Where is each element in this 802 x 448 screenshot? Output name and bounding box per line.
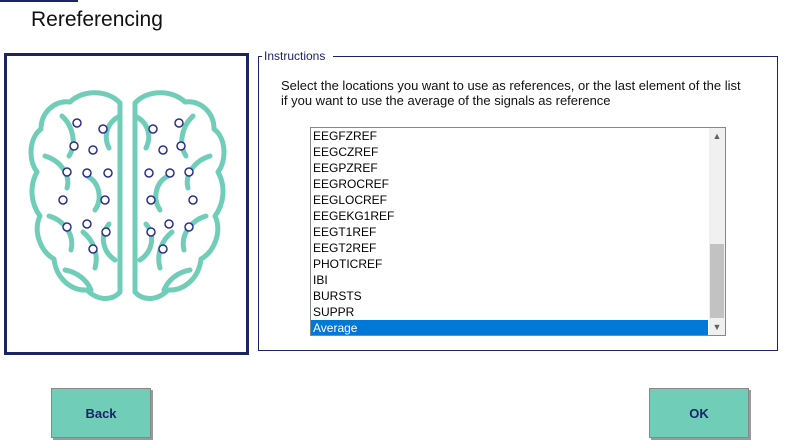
title-underline xyxy=(0,0,78,2)
list-item[interactable]: EEGEKG1REF xyxy=(311,208,708,224)
back-button[interactable]: Back xyxy=(51,388,151,438)
list-item[interactable]: SUPPR xyxy=(311,304,708,320)
ok-button[interactable]: OK xyxy=(649,388,749,438)
scroll-thumb[interactable] xyxy=(710,244,724,318)
list-item[interactable]: IBI xyxy=(311,272,708,288)
scroll-up-icon[interactable]: ▲ xyxy=(709,128,725,144)
list-item[interactable]: Average xyxy=(311,320,708,335)
list-item[interactable]: EEGCZREF xyxy=(311,144,708,160)
brain-electrodes-icon xyxy=(28,90,227,301)
instructions-text: Select the locations you want to use as … xyxy=(281,78,741,108)
list-item[interactable]: EEGROCREF xyxy=(311,176,708,192)
list-item[interactable]: BURSTS xyxy=(311,288,708,304)
reference-listbox[interactable]: EEGFZREF EEGCZREF EEGPZREF EEGROCREF EEGLOCR… xyxy=(310,127,726,336)
list-item[interactable]: EEGLOCREF xyxy=(311,192,708,208)
list-item[interactable]: EEGPZREF xyxy=(311,160,708,176)
group-border xyxy=(333,56,777,57)
list-item[interactable]: EEGFZREF xyxy=(311,128,708,144)
list-item[interactable]: EEGT2REF xyxy=(311,240,708,256)
group-border xyxy=(258,56,262,57)
page-title: Rereferencing xyxy=(31,8,163,31)
list-scrollbar[interactable]: ▲ ▼ xyxy=(709,128,725,335)
instructions-group-label: Instructions xyxy=(263,49,327,63)
scroll-down-icon[interactable]: ▼ xyxy=(709,319,725,335)
reference-list-items: EEGFZREF EEGCZREF EEGPZREF EEGROCREF EEGLOCR… xyxy=(311,128,708,335)
brain-image-panel xyxy=(4,53,249,355)
list-item[interactable]: PHOTICREF xyxy=(311,256,708,272)
list-item[interactable]: EEGT1REF xyxy=(311,224,708,240)
